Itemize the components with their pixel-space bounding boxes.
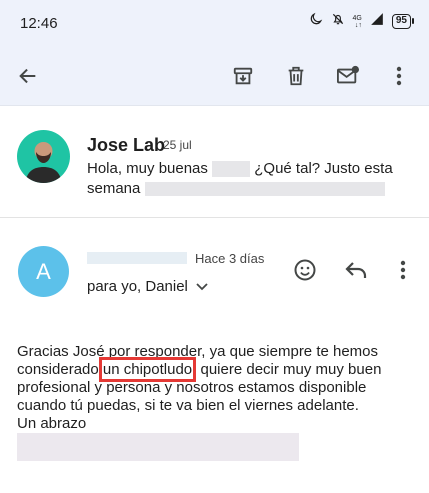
message-body: Gracias José por responder, ya que siemp… bbox=[17, 343, 412, 433]
redacted-text bbox=[144, 182, 385, 197]
archive-icon[interactable] bbox=[225, 58, 261, 94]
battery-icon: 95 bbox=[391, 14, 415, 29]
avatar[interactable]: A bbox=[18, 246, 69, 297]
moon-icon bbox=[309, 12, 323, 31]
highlighted-phrase: un chipotludo bbox=[98, 357, 197, 382]
smile-icon[interactable] bbox=[289, 254, 321, 286]
status-time: 12:46 bbox=[20, 15, 58, 32]
recipients-label: para yo, Daniel bbox=[87, 278, 188, 295]
chevron-down-icon bbox=[196, 278, 208, 295]
arrow-back-icon[interactable] bbox=[10, 58, 46, 94]
sender-name: Jose Lab bbox=[87, 135, 166, 155]
more-vert-icon[interactable] bbox=[381, 58, 417, 94]
network-indicator: 4G ↓↑ bbox=[352, 14, 362, 29]
snippet-text: ¿Qué tal? Justo esta bbox=[254, 160, 393, 177]
message-date: 25 jul bbox=[163, 138, 192, 152]
more-vert-icon[interactable] bbox=[387, 254, 419, 286]
trash-icon[interactable] bbox=[278, 58, 314, 94]
redacted-signature bbox=[17, 433, 299, 461]
message-collapsed[interactable]: Jose Lab 25 jul Hola, muy buenas ¿Qué ta… bbox=[0, 106, 429, 218]
snippet-text: Hola, muy buenas bbox=[87, 160, 208, 177]
redacted-text bbox=[212, 161, 251, 178]
closing-text: Un abrazo bbox=[17, 415, 87, 432]
message-expanded: A Hace 3 días para yo, Daniel Gracias Jo… bbox=[0, 218, 429, 493]
bell-off-icon bbox=[331, 12, 345, 31]
redacted-sender bbox=[87, 252, 187, 264]
avatar[interactable] bbox=[17, 130, 70, 183]
signal-icon bbox=[370, 12, 384, 31]
mail-unread-icon[interactable] bbox=[330, 58, 366, 94]
status-bar: 12:46 4G ↓↑ 95 bbox=[0, 0, 429, 46]
message-snippet: Hola, muy buenas ¿Qué tal? Justo esta se… bbox=[87, 159, 407, 199]
email-toolbar bbox=[0, 46, 429, 106]
recipients-toggle[interactable]: para yo, Daniel bbox=[87, 278, 208, 295]
snippet-text: semana bbox=[87, 180, 141, 197]
reply-icon[interactable] bbox=[340, 254, 372, 286]
network-label: 4G bbox=[352, 14, 362, 22]
message-date: Hace 3 días bbox=[195, 251, 265, 266]
status-icons: 4G ↓↑ 95 bbox=[309, 12, 415, 31]
